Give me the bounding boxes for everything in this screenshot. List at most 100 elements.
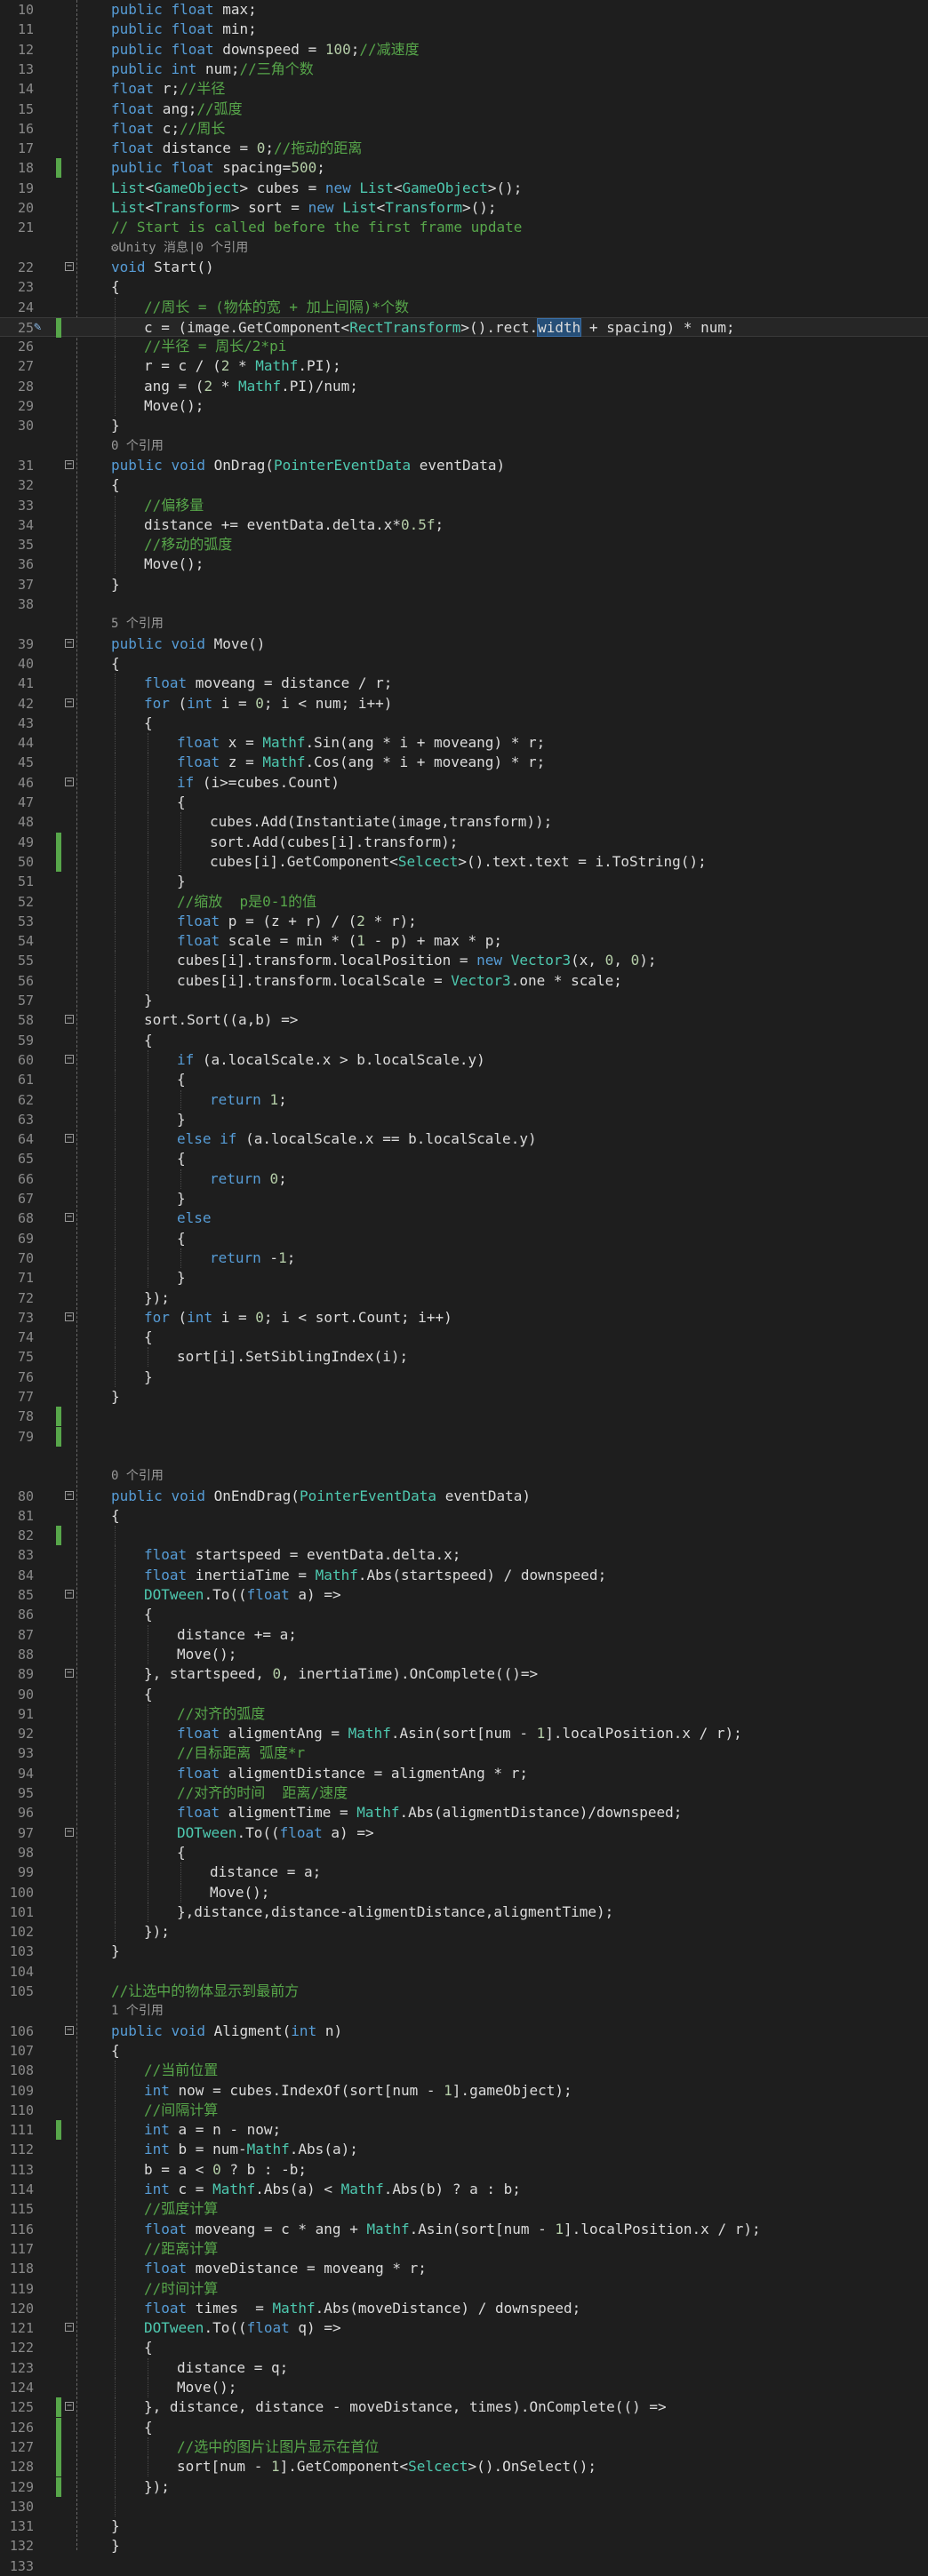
code-line[interactable]: 44 float x = Mathf.Sin(ang * i + moveang)… [0,733,928,754]
code-line[interactable]: 82 [0,1526,928,1546]
code-line[interactable]: 81 { [0,1506,928,1526]
fold-toggle-icon[interactable]: − [65,1827,74,1837]
code-line[interactable]: 114 int c = Mathf.Abs(a) < Mathf.Abs(b) ?… [0,2180,928,2199]
code-line[interactable]: 128 sort[num - 1].GetComponent<Selcect>()… [0,2457,928,2477]
code-line[interactable]: 108 //当前位置 [0,2061,928,2081]
code-line[interactable]: 96 float aligmentTime = Mathf.Abs(aligmen… [0,1803,928,1823]
code-line[interactable]: 10 public float max; [0,0,928,20]
code-line[interactable]: 110 //间隔计算 [0,2100,928,2120]
code-line[interactable]: 31 − public void OnDrag(PointerEventData e… [0,456,928,475]
code-line[interactable]: 61 { [0,1070,928,1090]
code-line[interactable]: 64 − else if (a.localScale.x == b.localSca… [0,1129,928,1150]
code-line[interactable]: 28 ang = (2 * Mathf.PI)/num; [0,376,928,396]
code-line[interactable]: 112 int b = num-Mathf.Abs(a); [0,2140,928,2160]
code-line[interactable]: 38 [0,594,928,614]
code-line[interactable]: 52 //缩放 p是0-1的值 [0,891,928,912]
code-line[interactable]: 73 − for (int i = 0; i < sort.Count; i++) [0,1307,928,1328]
code-line[interactable]: 104 [0,1962,928,1982]
code-line[interactable]: 126 { [0,2417,928,2437]
code-line[interactable]: 32 { [0,475,928,495]
code-line[interactable]: 46 − if (i>=cubes.Count) [0,772,928,793]
reference-count-codelens[interactable]: 0 个引用 [111,436,164,456]
code-line[interactable]: 100 Move(); [0,1882,928,1902]
code-line[interactable]: 86 { [0,1605,928,1625]
fold-toggle-icon[interactable]: − [65,777,74,786]
fold-toggle-icon[interactable]: − [65,638,74,648]
code-line[interactable]: 111 int a = n - now; [0,2120,928,2141]
code-line[interactable]: 13 public int num;//三角个数 [0,60,928,79]
code-line[interactable]: 88 Move(); [0,1644,928,1664]
reference-count-codelens[interactable]: 5 个引用 [111,614,164,634]
code-line[interactable]: 58 − sort.Sort((a,b) => [0,1010,928,1031]
code-line[interactable]: 60 − if (a.localScale.x > b.localScale.y) [0,1049,928,1070]
code-line[interactable]: 68 − else [0,1208,928,1229]
code-line[interactable]: 57} [0,991,928,1010]
code-line[interactable] [0,1447,928,1466]
code-line[interactable]: 14 float r;//半径 [0,79,928,99]
code-line[interactable]: 49 sort.Add(cubes[i].transform); [0,832,928,852]
code-line[interactable]: 109 int now = cubes.IndexOf(sort[num - 1]… [0,2080,928,2101]
code-line[interactable]: 47 { [0,793,928,812]
code-line[interactable]: 67} [0,1189,928,1208]
code-line[interactable]: 121 − DOTween.To((float q) => [0,2318,928,2339]
fold-toggle-icon[interactable]: − [65,698,74,707]
code-line[interactable]: 56 cubes[i].transform.localScale = Vector… [0,970,928,991]
code-line[interactable]: 65 { [0,1149,928,1169]
code-line[interactable]: 48 cubes.Add(Instantiate(image,transform)… [0,812,928,833]
fold-toggle-icon[interactable]: − [65,1669,74,1679]
code-line[interactable]: 72}); [0,1288,928,1308]
code-line[interactable]: 95 //对齐的时间 距离/速度 [0,1783,928,1803]
code-line[interactable]: 34 distance += eventData.delta.x*0.5f; [0,514,928,535]
code-line[interactable]: 29 Move(); [0,396,928,416]
fold-toggle-icon[interactable]: − [65,1134,74,1144]
code-line[interactable]: 123 distance = q; [0,2357,928,2378]
code-line[interactable]: 17 float distance = 0;//拖动的距离 [0,139,928,158]
code-line[interactable]: 101},distance,distance-aligmentDistance,… [0,1902,928,1922]
code-line[interactable]: 19 List<GameObject> cubes = new List<Game… [0,179,928,198]
code-line[interactable]: 26 //半径 = 周长/2*pi [0,337,928,357]
code-line[interactable]: 23 { [0,277,928,297]
code-line[interactable]: 36 Move(); [0,554,928,575]
code-line[interactable]: 33 //偏移量 [0,495,928,515]
fold-toggle-icon[interactable]: − [65,1490,74,1500]
code-line[interactable]: 30} [0,416,928,435]
code-line[interactable]: 132} [0,2536,928,2556]
code-line[interactable]: 129}); [0,2476,928,2497]
code-line[interactable]: 113 b = a < 0 ? b : -b; [0,2159,928,2180]
code-line[interactable]: 27 r = c / (2 * Mathf.PI); [0,356,928,377]
code-line[interactable]: 41 float moveang = distance / r; [0,674,928,694]
code-line[interactable]: 62 return 1; [0,1089,928,1110]
code-line[interactable]: 133 [0,2556,928,2576]
code-line[interactable]: 76} [0,1367,928,1387]
edit-pencil-icon[interactable]: ✎ [34,320,41,334]
code-line[interactable]: 55 cubes[i].transform.localPosition = new… [0,951,928,971]
code-line[interactable]: 51} [0,872,928,892]
code-line[interactable]: 92 float aligmentAng = Mathf.Asin(sort[nu… [0,1724,928,1744]
code-line[interactable]: 89 −}, startspeed, 0, inertiaTime).OnComp… [0,1664,928,1685]
codelens-row[interactable]: 5 个引用 [0,614,928,634]
fold-toggle-icon[interactable]: − [65,1054,74,1064]
fold-toggle-icon[interactable]: − [65,1015,74,1025]
code-line[interactable]: 120 float times = Mathf.Abs(moveDistance)… [0,2298,928,2318]
code-line[interactable]: 116 float moveang = c * ang + Mathf.Asin(… [0,2219,928,2239]
codelens-row[interactable]: 1 个引用 [0,2001,928,2021]
code-line[interactable]: 24 //周长 = (物体的宽 + 加上间隔)*个数 [0,297,928,317]
code-line[interactable]: 21 // Start is called before the first fr… [0,218,928,237]
code-line[interactable]: 35 //移动的弧度 [0,535,928,555]
code-line[interactable]: 127 //选中的图片让图片显示在首位 [0,2436,928,2457]
code-line[interactable]: 71} [0,1268,928,1288]
code-line[interactable]: 37} [0,575,928,594]
code-line[interactable]: 118 float moveDistance = moveang * r; [0,2259,928,2279]
code-line[interactable]: 42 − for (int i = 0; i < num; i++) [0,693,928,714]
code-line[interactable]: 69 { [0,1228,928,1248]
code-line[interactable]: 12 public float downspeed = 100;//减速度 [0,40,928,60]
code-line[interactable]: 102}); [0,1922,928,1942]
code-line[interactable]: 119 //时间计算 [0,2278,928,2299]
code-line[interactable]: 117 //距离计算 [0,2238,928,2259]
code-line[interactable]: 90 { [0,1684,928,1704]
code-line[interactable]: 75 sort[i].SetSiblingIndex(i); [0,1347,928,1368]
code-line[interactable]: 125 −}, distance, distance - moveDistance… [0,2397,928,2418]
codelens-row[interactable]: 0 个引用 [0,1466,928,1486]
code-line[interactable]: 130 [0,2496,928,2516]
code-line[interactable]: 85 − DOTween.To((float a) => [0,1585,928,1605]
